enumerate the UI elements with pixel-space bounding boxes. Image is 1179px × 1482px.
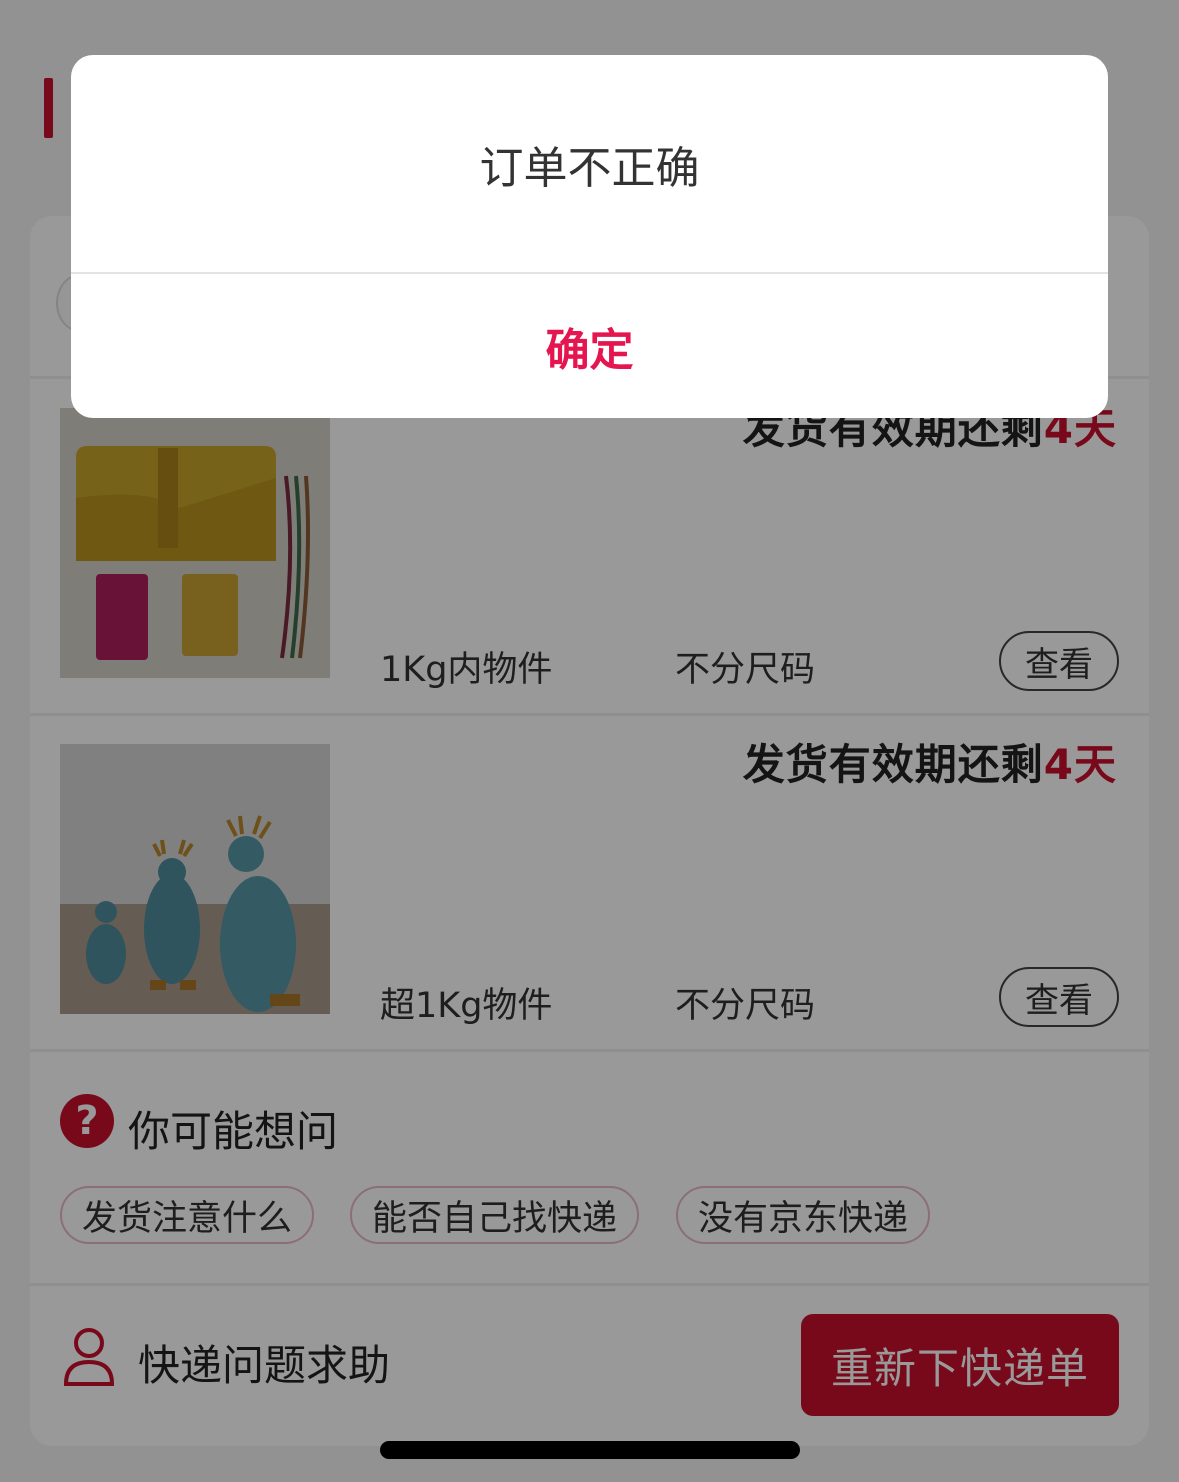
home-indicator[interactable] <box>380 1441 800 1459</box>
alert-dialog: 订单不正确 确定 <box>71 55 1108 418</box>
dialog-message: 订单不正确 <box>71 55 1108 274</box>
confirm-button[interactable]: 确定 <box>71 274 1108 418</box>
